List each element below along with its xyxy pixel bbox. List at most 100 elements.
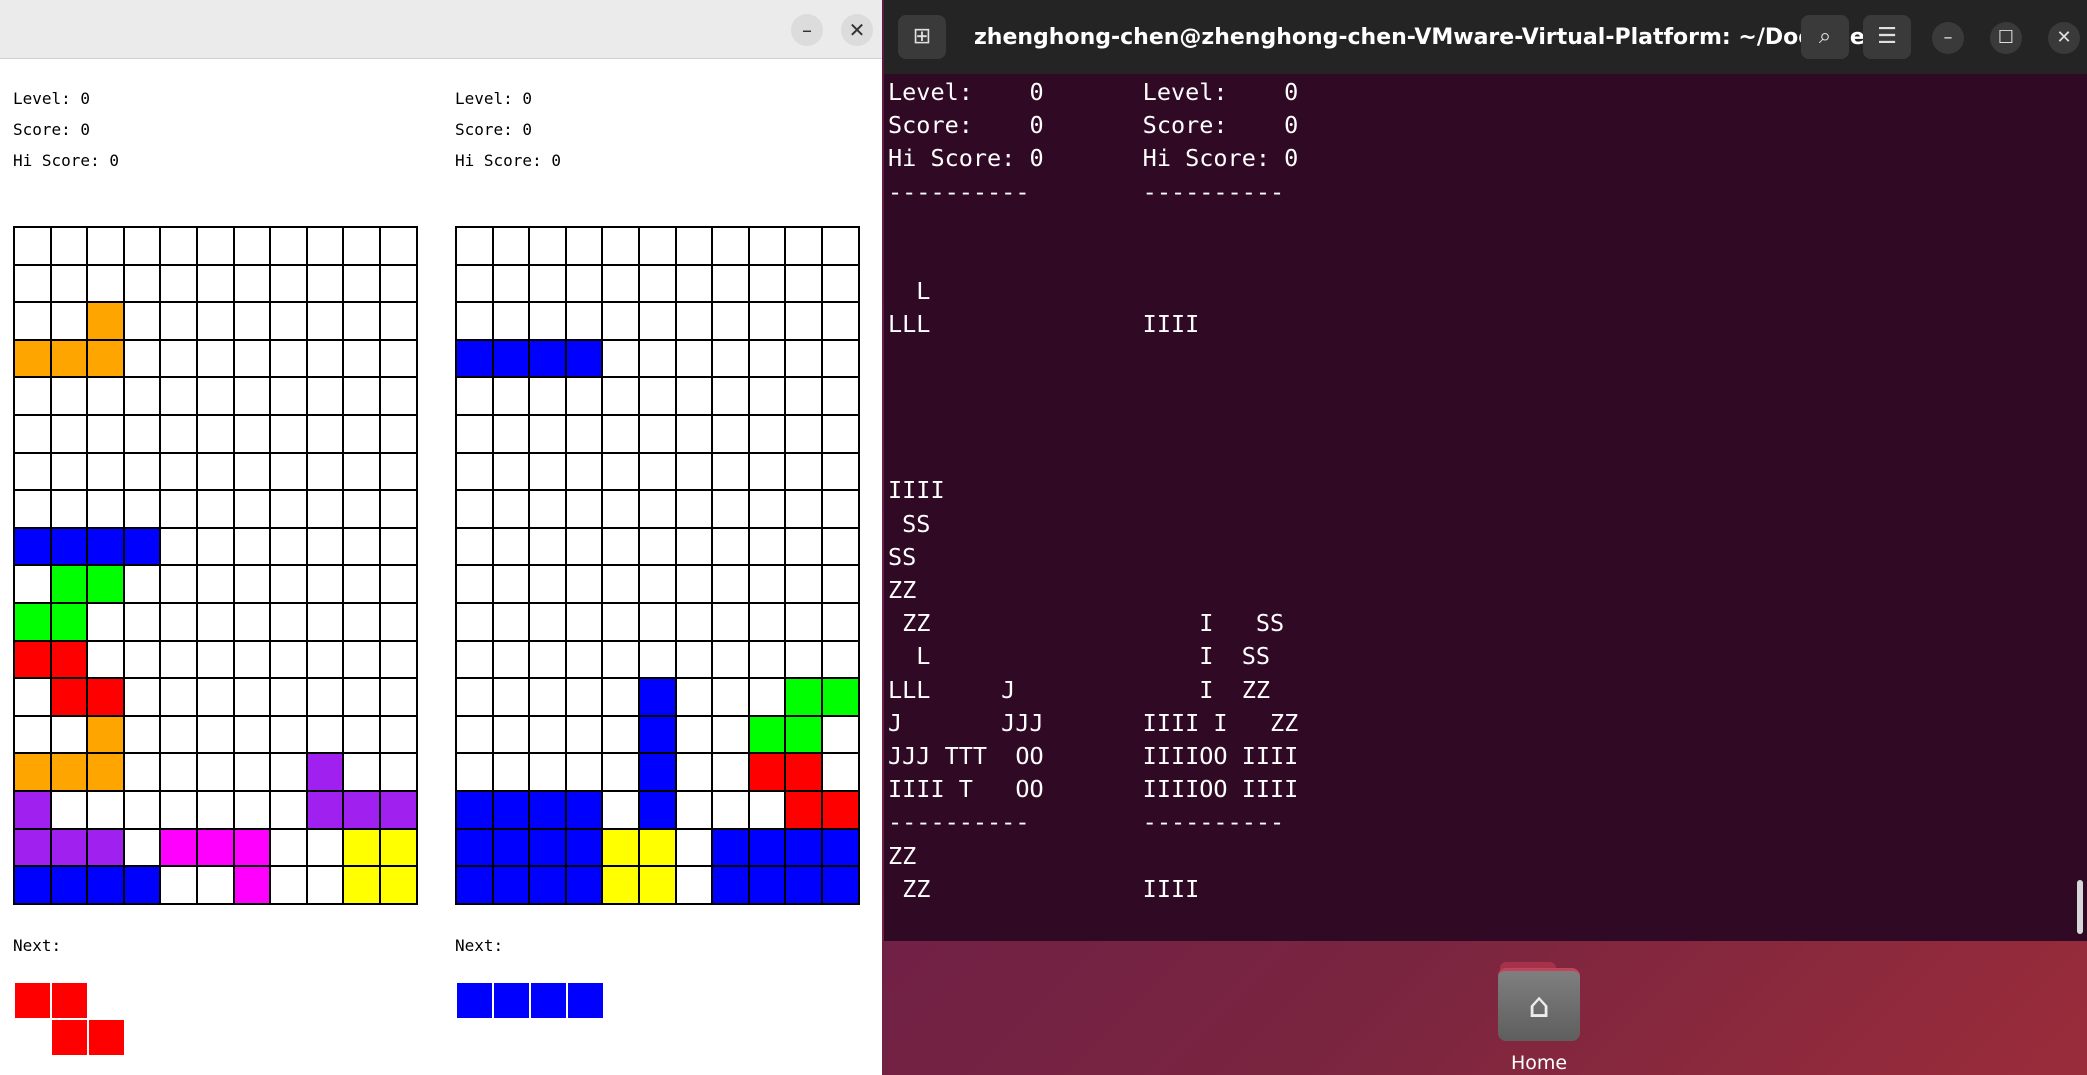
- board-cell: [87, 753, 124, 791]
- board-cell: [785, 414, 822, 453]
- board-cell: [785, 565, 822, 603]
- board-cell: [160, 828, 197, 867]
- board-cell: [14, 339, 51, 378]
- board-cell: [270, 227, 307, 265]
- board-cell: [565, 527, 603, 566]
- menu-icon[interactable]: ☰: [1863, 15, 1911, 59]
- board-cell: [270, 565, 307, 603]
- board-cell: [343, 227, 380, 265]
- tetris-titlebar[interactable]: – ✕: [0, 0, 882, 59]
- board-cell: [492, 715, 530, 754]
- search-icon[interactable]: ⌕: [1801, 15, 1849, 59]
- next-piece-cell: [493, 1019, 530, 1056]
- board-cell: [306, 302, 344, 340]
- board-cell: [306, 490, 344, 528]
- board-cell: [565, 678, 603, 716]
- board-cell: [343, 490, 380, 528]
- board-cell: [675, 490, 713, 528]
- new-tab-icon[interactable]: ⊞: [898, 15, 946, 59]
- board-cell: [529, 302, 566, 340]
- board-cell: [785, 302, 822, 340]
- board-cell: [196, 790, 234, 829]
- board-cell: [14, 452, 51, 491]
- maximize-icon[interactable]: ☐: [1990, 22, 2022, 54]
- board-cell: [821, 790, 859, 829]
- board-cell: [160, 640, 197, 679]
- board-cell: [712, 490, 749, 528]
- terminal-scrollbar[interactable]: [2077, 880, 2083, 934]
- board-cell: [748, 866, 786, 904]
- board-cell: [638, 377, 676, 415]
- board-cell: [50, 227, 88, 265]
- board-cell: [379, 790, 417, 829]
- board-cell: [343, 715, 380, 754]
- board-cell: [712, 828, 749, 867]
- board-cell: [821, 602, 859, 641]
- terminal-output[interactable]: Level: 0 Level: 0 Score: 0 Score: 0 Hi S…: [888, 76, 1298, 906]
- board-cell: [196, 452, 234, 491]
- board-cell: [50, 828, 88, 867]
- board-cell: [14, 302, 51, 340]
- board-cell: [160, 264, 197, 303]
- board-cell: [233, 753, 271, 791]
- minimize-icon[interactable]: –: [791, 14, 823, 46]
- board-cell: [306, 753, 344, 791]
- board-cell: [379, 339, 417, 378]
- board-cell: [123, 490, 161, 528]
- board-cell: [565, 264, 603, 303]
- board-cell: [712, 377, 749, 415]
- board-cell: [712, 602, 749, 641]
- home-folder-icon[interactable]: ⌂: [1498, 958, 1580, 1048]
- board-cell: [821, 227, 859, 265]
- board-cell: [14, 753, 51, 791]
- board-cell: [748, 302, 786, 340]
- board-cell: [456, 602, 493, 641]
- board-cell: [785, 452, 822, 491]
- minimize-icon[interactable]: –: [1932, 22, 1964, 54]
- board-cell: [160, 527, 197, 566]
- board-cell: [14, 790, 51, 829]
- board-cell: [529, 640, 566, 679]
- board-cell: [233, 602, 271, 641]
- board-cell: [638, 302, 676, 340]
- board-cell: [456, 565, 493, 603]
- board-cell: [87, 715, 124, 754]
- board-cell: [712, 302, 749, 340]
- board-cell: [14, 565, 51, 603]
- board-cell: [602, 565, 639, 603]
- board-cell: [529, 602, 566, 641]
- board-cell: [712, 640, 749, 679]
- board-cell: [748, 753, 786, 791]
- board-cell: [50, 866, 88, 904]
- board-cell: [343, 377, 380, 415]
- board-cell: [87, 302, 124, 340]
- board-cell: [343, 790, 380, 829]
- board-cell: [343, 527, 380, 566]
- board-cell: [638, 227, 676, 265]
- board-cell: [492, 565, 530, 603]
- board-cell: [748, 790, 786, 829]
- board-cell: [50, 377, 88, 415]
- board-cell: [270, 602, 307, 641]
- board-cell: [50, 565, 88, 603]
- board-cell: [821, 414, 859, 453]
- board-cell: [492, 490, 530, 528]
- home-folder-label[interactable]: Home: [1480, 1052, 1598, 1074]
- board-cell: [492, 414, 530, 453]
- board-cell: [785, 640, 822, 679]
- board-cell: [196, 302, 234, 340]
- close-icon[interactable]: ✕: [841, 14, 873, 46]
- board-cell: [50, 452, 88, 491]
- board-cell: [87, 264, 124, 303]
- board-cell: [529, 227, 566, 265]
- board-cell: [196, 227, 234, 265]
- board-cell: [50, 640, 88, 679]
- board-cell: [270, 414, 307, 453]
- close-icon[interactable]: ✕: [2048, 22, 2080, 54]
- board-cell: [270, 828, 307, 867]
- next-piece-cell: [456, 982, 493, 1019]
- terminal-headerbar[interactable]: ⊞ zhenghong-chen@zhenghong-chen-VMware-V…: [884, 0, 2087, 74]
- board-cell: [821, 527, 859, 566]
- board-cell: [785, 377, 822, 415]
- board-cell: [233, 339, 271, 378]
